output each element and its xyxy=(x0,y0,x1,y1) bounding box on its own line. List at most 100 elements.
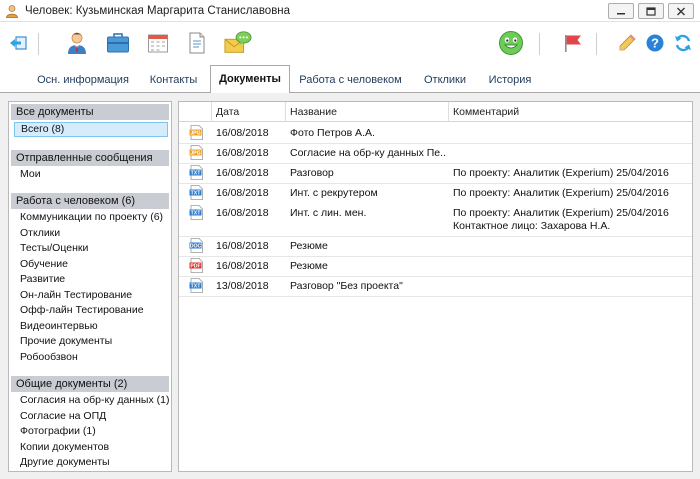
table-row[interactable]: TXT 16/08/2018 Инт. с лин. мен. По проекту:… xyxy=(179,203,692,236)
file-type-icon: TXT xyxy=(189,205,203,220)
maximize-button[interactable] xyxy=(638,3,664,19)
sidebar-item-training[interactable]: Обучение xyxy=(20,257,68,272)
file-type-label: TXT xyxy=(191,191,202,197)
file-type-icon: TXT xyxy=(189,185,203,200)
sidebar-item-document-copies[interactable]: Копии документов xyxy=(20,440,109,455)
table-row[interactable]: JPG 16/08/2018 Согласие на обр-ку данных П… xyxy=(179,143,692,163)
maximize-icon xyxy=(646,6,656,16)
cell-name: Фото Петров А.А. xyxy=(290,127,375,139)
sidebar-item-video-interview[interactable]: Видеоинтервью xyxy=(20,319,98,334)
table-row[interactable]: TXT 16/08/2018 Разговор По проекту: Аналити… xyxy=(179,163,692,183)
sidebar-item-opd-consent[interactable]: Согласие на ОПД xyxy=(20,409,106,424)
sidebar-item-offline-testing[interactable]: Офф-лайн Тестирование xyxy=(20,303,144,318)
file-type-icon: DOC xyxy=(189,238,203,253)
calendar-icon xyxy=(148,34,168,53)
sidebar-item-development[interactable]: Развитие xyxy=(20,272,65,287)
file-type-icon: TXT xyxy=(189,165,203,180)
table-row[interactable]: JPG 16/08/2018 Фото Петров А.А. xyxy=(179,123,692,143)
back-button[interactable] xyxy=(4,29,32,57)
sidebar-item-all-total[interactable]: Всего (8) xyxy=(14,122,168,137)
row-separator xyxy=(179,256,692,257)
row-separator xyxy=(179,276,692,277)
sidebar-item-other-documents[interactable]: Прочие документы xyxy=(20,334,112,349)
close-button[interactable] xyxy=(668,3,694,19)
help-button[interactable]: ? xyxy=(641,29,669,57)
person-icon xyxy=(68,32,86,54)
tab-main-info[interactable]: Осн. информация xyxy=(28,69,138,93)
file-type-label: JPG xyxy=(190,151,200,157)
tab-history[interactable]: История xyxy=(480,69,540,93)
sidebar-item-project-communications[interactable]: Коммуникации по проекту (6) xyxy=(20,210,163,225)
flag-icon xyxy=(565,35,581,52)
sidebar-item-robocall[interactable]: Робообзвон xyxy=(20,350,78,365)
file-type-label: PDF xyxy=(190,264,200,270)
file-type-label: TXT xyxy=(191,284,202,290)
refresh-icon xyxy=(675,34,691,52)
title-bar: Человек: Кузьминская Маргарита Станислав… xyxy=(0,0,700,22)
file-type-icon: JPG xyxy=(189,145,203,160)
file-type-icon: JPG xyxy=(189,125,203,140)
briefcase-icon xyxy=(107,33,129,53)
close-icon xyxy=(677,7,685,15)
cell-name: Резюме xyxy=(290,260,328,272)
row-separator xyxy=(179,143,692,144)
tab-responses[interactable]: Отклики xyxy=(415,69,475,93)
smiley-button[interactable] xyxy=(497,29,525,57)
edit-button[interactable] xyxy=(613,29,641,57)
group-header-all-documents: Все документы xyxy=(11,104,169,120)
table-header: Дата Название Комментарий xyxy=(179,102,692,122)
cell-date: 16/08/2018 xyxy=(216,187,269,199)
cell-comment: По проекту: Аналитик (Experium) 25/04/20… xyxy=(453,187,669,199)
window-title: Человек: Кузьминская Маргарита Станислав… xyxy=(25,4,291,17)
table-row[interactable]: TXT 13/08/2018 Разговор "Без проекта" xyxy=(179,276,692,296)
back-icon xyxy=(10,36,27,50)
cell-date: 16/08/2018 xyxy=(216,147,269,159)
cell-name: Инт. с рекрутером xyxy=(290,187,378,199)
row-separator xyxy=(179,163,692,164)
column-header-name[interactable]: Название xyxy=(285,102,448,122)
table-row[interactable]: DOC 16/08/2018 Резюме xyxy=(179,236,692,256)
toolbar: ? xyxy=(0,23,700,63)
tab-bar: Осн. информация Контакты Документы Работ… xyxy=(0,63,700,95)
tab-work-with-person[interactable]: Работа с человеком xyxy=(293,69,408,93)
tab-documents[interactable]: Документы xyxy=(210,65,290,95)
column-header-date[interactable]: Дата xyxy=(211,102,285,122)
group-header-common-documents: Общие документы (2) xyxy=(11,376,169,392)
document-button[interactable] xyxy=(183,29,211,57)
refresh-button[interactable] xyxy=(669,29,697,57)
sidebar-item-photos[interactable]: Фотографии (1) xyxy=(20,424,96,439)
sidebar-item-responses[interactable]: Отклики xyxy=(20,226,60,241)
cell-name: Разговор xyxy=(290,167,334,179)
content-area: Все документы Всего (8) Отправленные соо… xyxy=(0,93,700,479)
table-row[interactable]: TXT 16/08/2018 Инт. с рекрутером По проекту… xyxy=(179,183,692,203)
cell-name: Разговор "Без проекта" xyxy=(290,280,403,292)
calendar-button[interactable] xyxy=(144,29,172,57)
cell-comment-contact: Контактное лицо: Захарова Н.А. xyxy=(453,220,611,232)
help-glyph: ? xyxy=(651,36,659,51)
briefcase-button[interactable] xyxy=(104,29,132,57)
group-header-sent-messages: Отправленные сообщения xyxy=(11,150,169,166)
help-icon: ? xyxy=(646,34,664,52)
sidebar-item-mine[interactable]: Мои xyxy=(20,167,41,182)
message-button[interactable] xyxy=(224,29,252,57)
documents-table: Дата Название Комментарий JPG 16/08/2018 Ф… xyxy=(178,101,693,472)
message-icon xyxy=(224,31,252,53)
tab-contacts[interactable]: Контакты xyxy=(141,69,206,93)
cell-date: 16/08/2018 xyxy=(216,260,269,272)
row-separator xyxy=(179,296,692,297)
minimize-icon xyxy=(617,13,625,15)
file-type-icon: TXT xyxy=(189,278,203,293)
row-separator xyxy=(179,236,692,237)
person-button[interactable] xyxy=(63,29,91,57)
file-type-label: TXT xyxy=(191,171,202,177)
minimize-button[interactable] xyxy=(608,3,634,19)
row-separator xyxy=(179,183,692,184)
flag-button[interactable] xyxy=(559,29,587,57)
sidebar-item-online-testing[interactable]: Он-лайн Тестирование xyxy=(20,288,132,303)
sidebar-item-misc-documents[interactable]: Другие документы xyxy=(20,455,110,470)
sidebar-item-data-consents[interactable]: Согласия на обр-ку данных (1) xyxy=(20,393,169,408)
file-type-label: JPG xyxy=(190,131,200,137)
sidebar-item-tests[interactable]: Тесты/Оценки xyxy=(20,241,88,256)
table-row[interactable]: PDF 16/08/2018 Резюме xyxy=(179,256,692,276)
column-header-comment[interactable]: Комментарий xyxy=(448,102,692,122)
